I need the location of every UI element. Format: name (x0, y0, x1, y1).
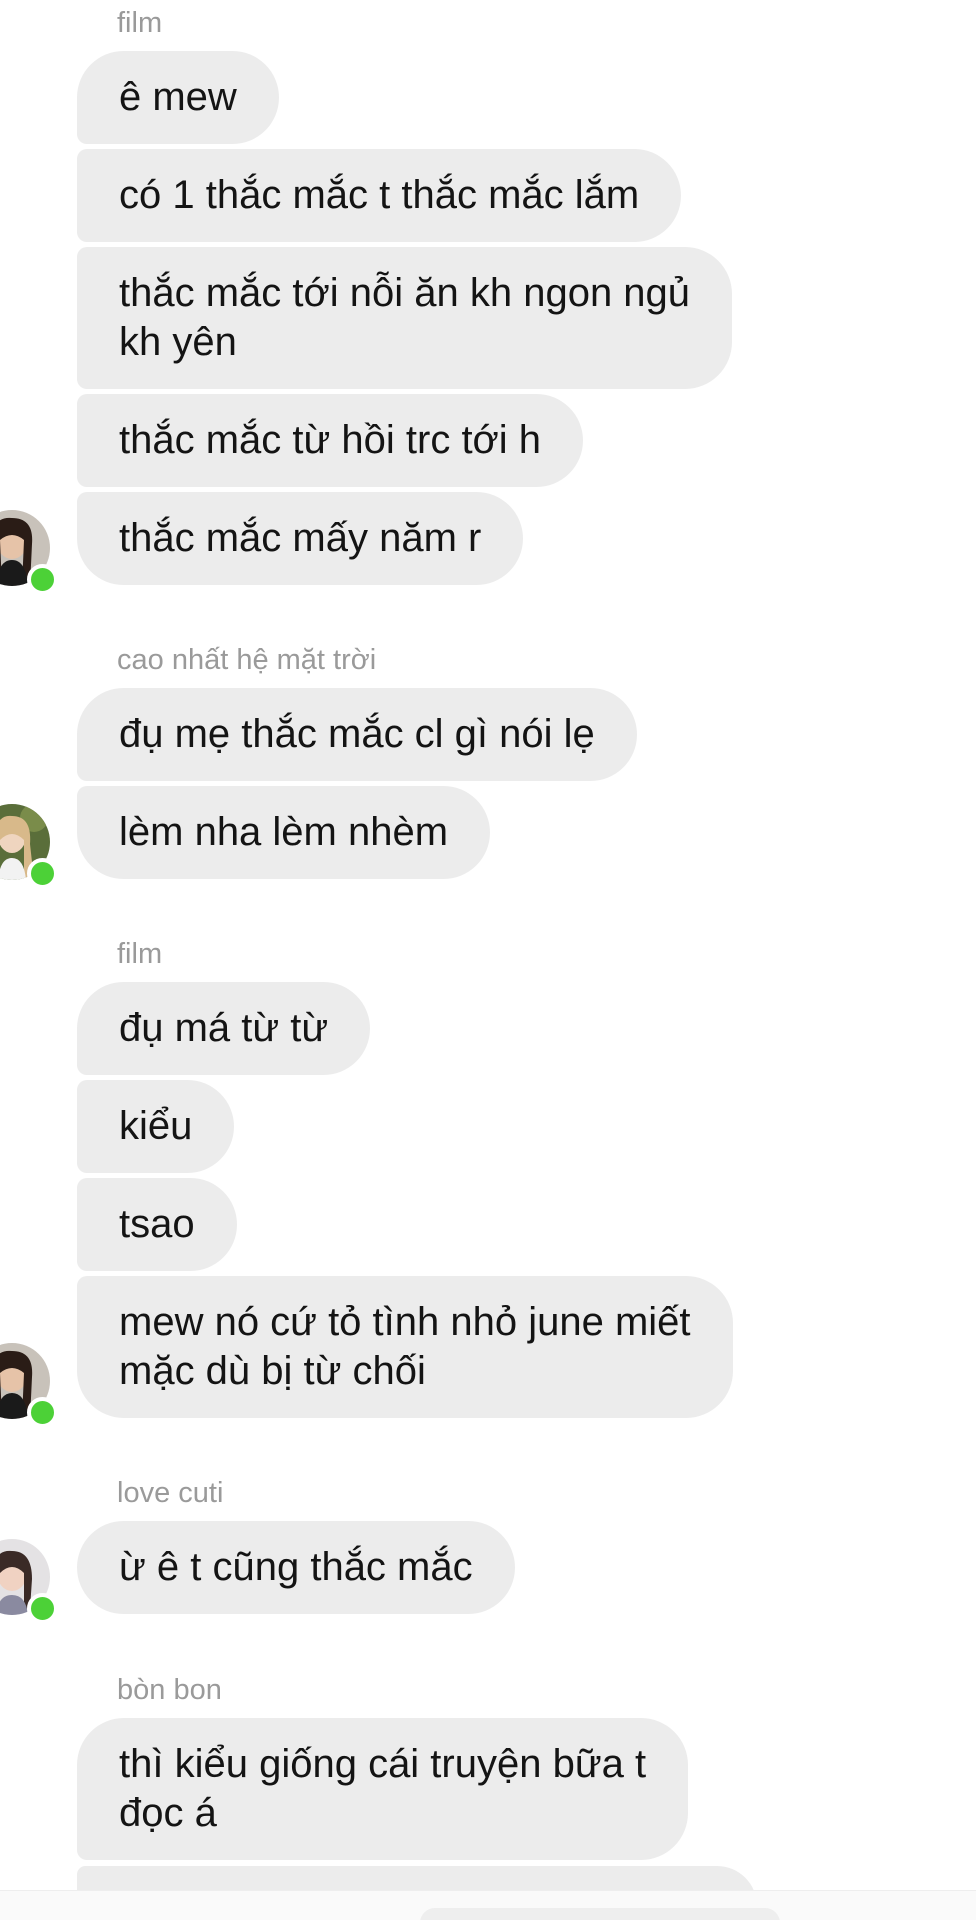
message-bubble[interactable]: thì kiểu giống cái truyện bữa t đọc á (77, 1718, 689, 1860)
sender-name: cao nhất hệ mặt trời (117, 644, 377, 676)
avatar[interactable] (0, 1539, 60, 1624)
message-bubble[interactable]: ê mew (77, 51, 279, 144)
avatar[interactable] (0, 804, 60, 889)
message-bubble[interactable]: có 1 thắc mắc t thắc mắc lắm (77, 149, 682, 242)
chat-thread: film ê mew có 1 thắc mắc t thắc mắc lắm … (0, 0, 976, 1920)
avatar[interactable] (0, 1343, 60, 1428)
message-bubble[interactable]: lèm nha lèm nhèm (77, 786, 491, 879)
avatar[interactable] (0, 510, 60, 595)
sender-name: film (117, 7, 163, 39)
online-status-icon (27, 1593, 58, 1624)
message-bubble[interactable]: đụ má từ từ (77, 982, 371, 1075)
sender-name: bòn bon (117, 1674, 222, 1706)
online-status-icon (27, 1397, 58, 1428)
sender-name: film (117, 938, 163, 970)
message-bubble[interactable]: ừ ê t cũng thắc mắc (77, 1521, 515, 1614)
message-bubble[interactable]: tsao (77, 1178, 237, 1271)
sender-name: love cuti (117, 1477, 224, 1509)
message-input[interactable] (420, 1908, 780, 1920)
message-bubble[interactable]: mew nó cứ tỏ tình nhỏ june miết mặc dù b… (77, 1276, 733, 1418)
online-status-icon (27, 858, 58, 889)
message-bubble[interactable]: thắc mắc tới nỗi ăn kh ngon ngủ kh yên (77, 247, 733, 389)
online-status-icon (27, 564, 58, 595)
message-bubble[interactable]: đụ mẹ thắc mắc cl gì nói lẹ (77, 688, 637, 781)
message-bubble[interactable]: thắc mắc từ hồi trc tới h (77, 394, 584, 487)
message-bubble[interactable]: thắc mắc mấy năm r (77, 492, 524, 585)
message-bubble[interactable]: kiểu (77, 1080, 235, 1173)
